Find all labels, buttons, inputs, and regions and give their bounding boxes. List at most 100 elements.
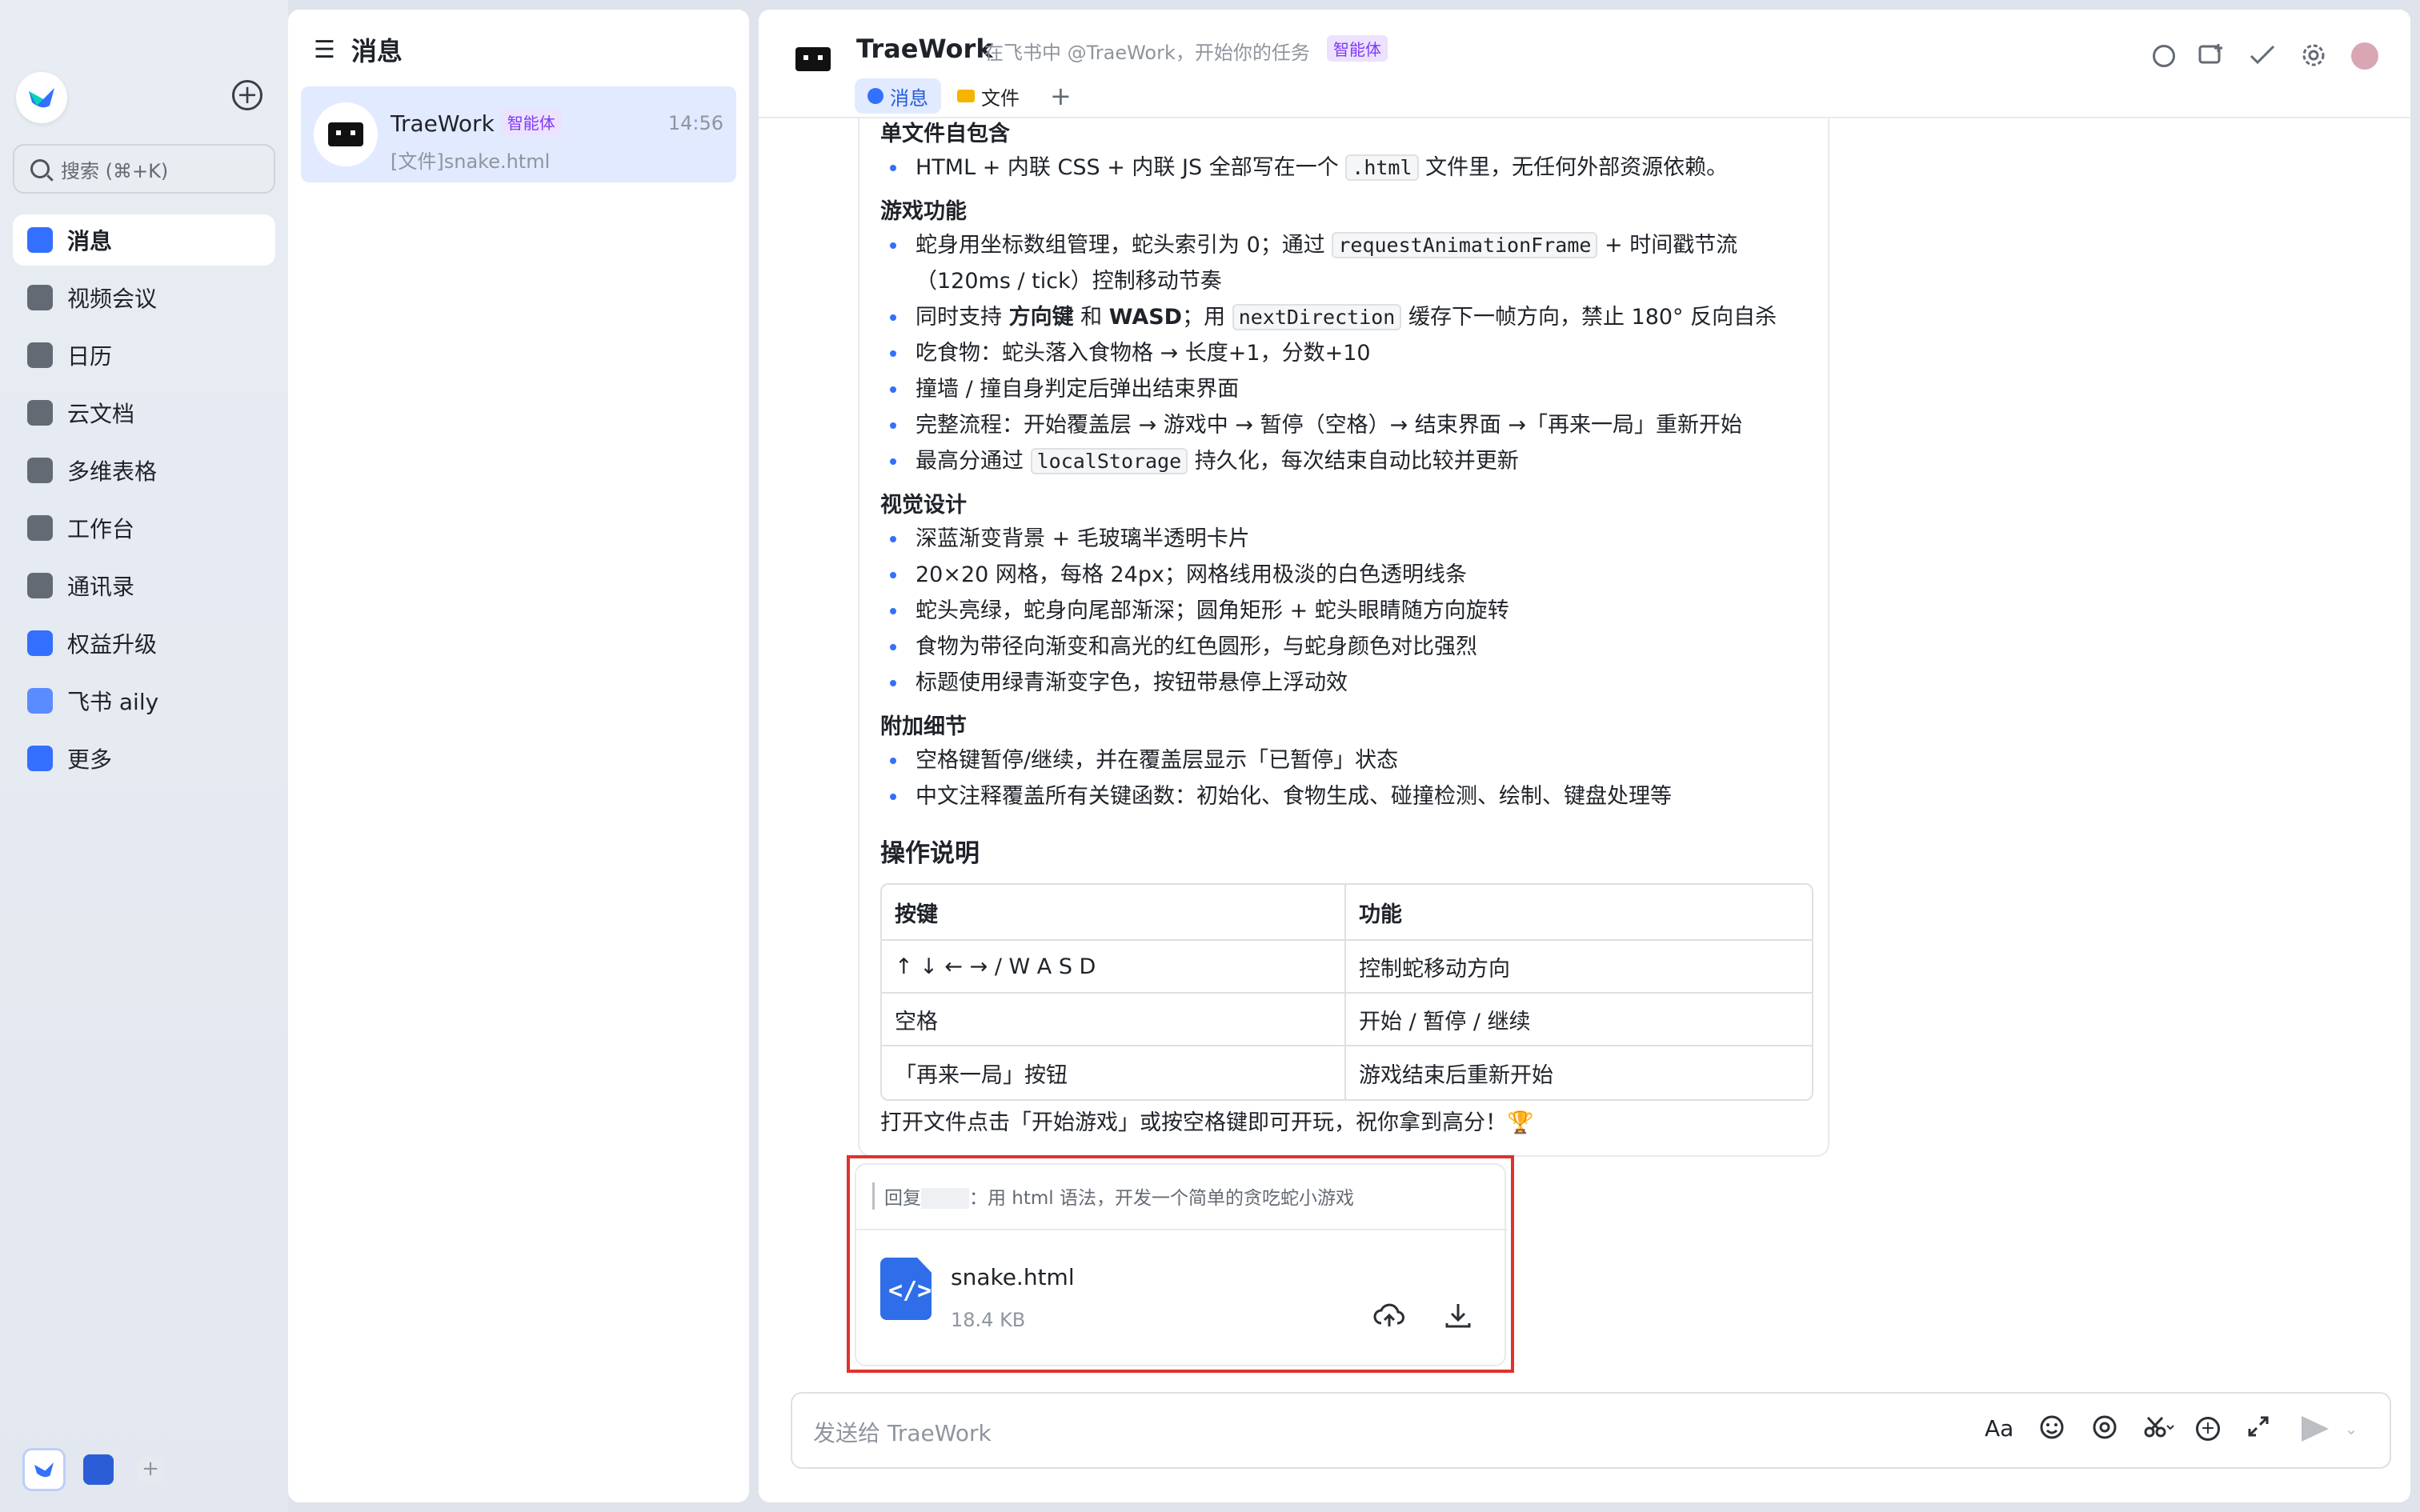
- list-item: 同时支持 方向键 和 WASD；用 nextDirection 缓存下一帧方向，…: [880, 299, 1817, 335]
- table-row: ↑ ↓ ← → / W A S D 控制蛇移动方向: [882, 941, 1812, 994]
- text-run: 空格键暂停/继续，并在覆盖层显示「已暂停」状态: [916, 748, 1399, 773]
- text-run: 食物为带径向渐变和高光的红色圆形，与蛇身颜色对比强烈: [916, 634, 1477, 659]
- cloud-doc-icon: [27, 400, 53, 426]
- sidebar-item[interactable]: 视频会议: [13, 272, 275, 323]
- chat-list-item[interactable]: TraeWork 智能体 14:56 [文件]snake.html: [301, 86, 736, 182]
- sidebar-item-label: 日历: [67, 343, 113, 370]
- emoji-icon[interactable]: [2037, 1414, 2066, 1443]
- feishu-app-icon[interactable]: [22, 1448, 66, 1491]
- chat-tabs: 消息 文件 +: [855, 78, 1072, 114]
- table-header-cell: 功能: [1346, 885, 1812, 941]
- bold-text: WASD: [1108, 305, 1183, 330]
- contacts-icon: [27, 573, 53, 598]
- text-run: 同时支持: [916, 305, 1009, 330]
- header-actions: [2130, 42, 2378, 70]
- expand-icon[interactable]: [2244, 1414, 2273, 1443]
- text-run: 蛇身用坐标数组管理，蛇头索引为 0；通过: [916, 233, 1332, 258]
- text-run: 文件里，无任何外部资源依赖。: [1418, 155, 1729, 180]
- agent-tag: 智能体: [1327, 35, 1388, 62]
- aily-icon: [27, 688, 53, 714]
- add-app-plus-icon[interactable]: +: [138, 1457, 163, 1482]
- sidebar-item[interactable]: 飞书 aily: [13, 675, 275, 726]
- collapse-menu-icon[interactable]: ☰: [314, 36, 335, 64]
- tab-messages[interactable]: 消息: [855, 78, 941, 114]
- mention-icon[interactable]: [2090, 1414, 2119, 1443]
- text-run: 20×20 网格，每格 24px；网格线用极淡的白色透明线条: [916, 562, 1467, 587]
- reply-text: ：用 html 语法，开发一个简单的贪吃蛇小游戏: [969, 1188, 1355, 1209]
- more-plus-icon[interactable]: +: [2196, 1417, 2220, 1441]
- list-item: 撞墙 / 撞自身判定后弹出结束界面: [880, 371, 1817, 407]
- sidebar-item-label: 云文档: [67, 401, 135, 427]
- add-chat-icon[interactable]: [2198, 42, 2226, 70]
- inline-code: localStorage: [1030, 448, 1188, 474]
- text-format-icon[interactable]: Aa: [1985, 1414, 2013, 1443]
- list-item: 20×20 网格，每格 24px；网格线用极淡的白色透明线条: [880, 557, 1817, 593]
- send-icon[interactable]: [2302, 1416, 2329, 1442]
- save-to-cloud-icon[interactable]: [1373, 1299, 1405, 1331]
- section-heading: 视觉设计: [880, 493, 967, 518]
- inline-code: .html: [1345, 154, 1419, 181]
- controls-table: 按键 功能 ↑ ↓ ← → / W A S D 控制蛇移动方向 空格 开始 / 暂停 / …: [880, 883, 1813, 1101]
- sidebar-item[interactable]: 权益升级: [13, 618, 275, 669]
- feishu-logo-icon[interactable]: [16, 72, 67, 123]
- sidebar-item[interactable]: 多维表格: [13, 445, 275, 496]
- list-item: 中文注释覆盖所有关键函数：初始化、食物生成、碰撞检测、绘制、键盘处理等: [880, 778, 1817, 814]
- text-run: 吃食物：蛇头落入食物格 → 长度+1，分数+10: [916, 341, 1371, 366]
- bold-text: 方向键: [1008, 305, 1074, 330]
- traework-avatar: [314, 102, 378, 166]
- list-item: 深蓝渐变背景 + 毛玻璃半透明卡片: [880, 521, 1817, 557]
- chat-list-panel: ☰ 消息 TraeWork 智能体 14:56 [文件]snake.html: [288, 10, 749, 1502]
- file-name[interactable]: snake.html: [951, 1264, 1075, 1290]
- section-heading: 单文件自包含: [880, 122, 1010, 146]
- section-heading: 游戏功能: [880, 199, 967, 224]
- traework-avatar-icon[interactable]: [787, 34, 839, 85]
- screenshot-scissors-icon[interactable]: [2143, 1414, 2174, 1443]
- text-run: 深蓝渐变背景 + 毛玻璃半透明卡片: [916, 526, 1250, 551]
- sidebar-item-label: 更多: [67, 746, 113, 773]
- text-run: 标题使用绿青渐变字色，按钮带悬停上浮动效: [916, 670, 1348, 695]
- text-run: 最高分通过: [916, 449, 1031, 474]
- user-avatar[interactable]: [2351, 42, 2378, 70]
- list-item: 蛇身用坐标数组管理，蛇头索引为 0；通过 requestAnimationFra…: [880, 227, 1817, 263]
- sidebar-item[interactable]: 工作台: [13, 502, 275, 554]
- sidebar-item-label: 工作台: [67, 516, 135, 542]
- divider: [856, 1229, 1508, 1230]
- text-run: + 时间戳节流: [1597, 233, 1738, 258]
- base-app-icon[interactable]: [83, 1454, 114, 1485]
- message-input[interactable]: 发送给 TraeWork Aa + ⌄: [791, 1392, 2391, 1469]
- search-chat-icon[interactable]: [2153, 45, 2175, 67]
- list-item: HTML + 内联 CSS + 内联 JS 全部写在一个 .html 文件里，无…: [880, 150, 1817, 186]
- sidebar-item[interactable]: 消息: [13, 214, 275, 266]
- chat-title[interactable]: TraeWork: [856, 34, 993, 64]
- sidebar-item[interactable]: 日历: [13, 330, 275, 381]
- settings-gear-icon[interactable]: [2300, 42, 2329, 70]
- text-run: HTML + 内联 CSS + 内联 JS 全部写在一个: [916, 155, 1346, 180]
- tab-files[interactable]: 文件: [944, 78, 1032, 114]
- more-apps-icon: [27, 746, 53, 771]
- sidebar-item[interactable]: 云文档: [13, 387, 275, 438]
- download-icon[interactable]: [1442, 1299, 1474, 1331]
- diamond-icon: [27, 630, 53, 656]
- sidebar-item[interactable]: 更多: [13, 733, 275, 784]
- sidebar-item[interactable]: 通讯录: [13, 560, 275, 611]
- base-table-icon: [27, 458, 53, 483]
- send-options-chevron-icon[interactable]: ⌄: [2337, 1414, 2366, 1443]
- highlighted-file-message: 回复 ：用 html 语法，开发一个简单的贪吃蛇小游戏 </> snake.htm…: [847, 1155, 1514, 1373]
- chat-window: 单文件自包含 HTML + 内联 CSS + 内联 JS 全部写在一个 .html…: [759, 10, 2410, 1502]
- text-run: 缓存下一帧方向，禁止 180° 反向自杀: [1401, 305, 1777, 330]
- chat-header: TraeWork 在飞书中 @TraeWork，开始你的任务 智能体 消息 文件…: [759, 10, 2410, 118]
- code-file-icon: </>: [880, 1258, 932, 1320]
- table-cell: ↑ ↓ ← → / W A S D: [882, 941, 1346, 994]
- sidebar-item-label: 多维表格: [67, 458, 158, 485]
- app-sidebar: + 搜索 (⌘+K) 消息视频会议日历云文档多维表格工作台通讯录权益升级飞书 a…: [0, 0, 288, 1512]
- search-input[interactable]: 搜索 (⌘+K): [13, 144, 275, 194]
- agent-tag: 智能体: [500, 109, 562, 135]
- text-run: 撞墙 / 撞自身判定后弹出结束界面: [916, 377, 1240, 402]
- message-tab-icon: [867, 88, 883, 104]
- new-action-plus-icon[interactable]: +: [232, 80, 262, 110]
- done-check-icon[interactable]: [2249, 42, 2278, 70]
- file-card[interactable]: 回复 ：用 html 语法，开发一个简单的贪吃蛇小游戏 </> snake.htm…: [855, 1163, 1508, 1366]
- section-heading: 附加细节: [880, 714, 967, 739]
- add-tab-button[interactable]: +: [1050, 81, 1072, 111]
- table-cell: 开始 / 暂停 / 继续: [1346, 994, 1812, 1046]
